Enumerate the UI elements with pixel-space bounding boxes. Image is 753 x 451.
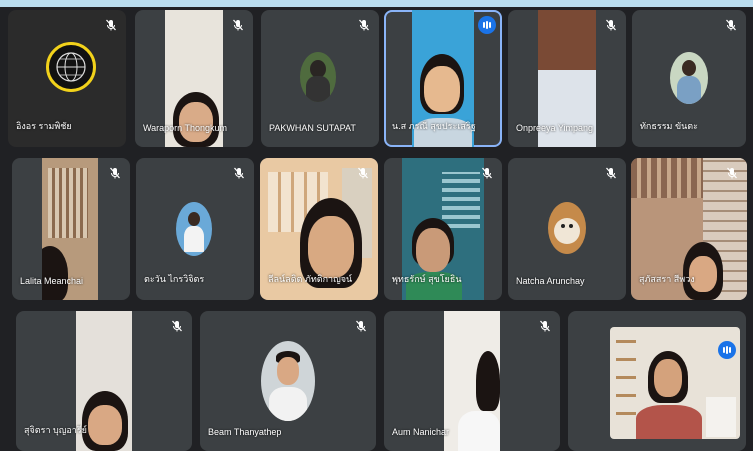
participant-name: ลีลน์ลดิต ภัทติกาญจน์ [268,274,353,284]
mic-off-icon [724,18,738,32]
participant-name: สุจิตรา บุญอารีย์ [24,425,87,435]
mic-off-icon [604,166,618,180]
participant-tile-8[interactable]: ตะวัน ไกรวิจิตร [136,158,254,300]
participant-tile-5[interactable]: Onpreeya Yimpang [508,10,626,147]
photo-avatar [300,52,336,102]
speaking-indicator-icon [478,16,496,34]
mic-off-icon [538,319,552,333]
participant-tile-11[interactable]: Natcha Arunchay [508,158,626,300]
participant-tile-15[interactable]: Aum Nanichar [384,311,560,451]
mic-off-icon [356,166,370,180]
monkey-photo-avatar [548,202,586,254]
participant-name: Onpreeya Yimpang [516,123,594,133]
participant-tile-3[interactable]: PAKWHAN SUTAPAT [261,10,379,147]
mic-off-icon [170,319,184,333]
participant-tile-14[interactable]: Beam Thanyathep [200,311,376,451]
participant-name: Beam Thanyathep [208,427,282,437]
meeting-participant-grid: อิงอร รามพิชัย Waraporn Thongkum PAKWHAN… [0,7,753,451]
mic-off-icon [354,319,368,333]
photo-avatar [176,202,212,256]
photo-avatar [261,341,315,421]
browser-top-strip [0,0,753,7]
participant-name: อิงอร รามพิชัย [16,121,72,131]
camera-video [444,311,500,451]
mic-off-icon [231,18,245,32]
photo-avatar [670,52,708,104]
participant-name: PAKWHAN SUTAPAT [269,123,356,133]
participant-tile-9[interactable]: ลีลน์ลดิต ภัทติกาญจน์ [260,158,378,300]
mic-off-icon [104,18,118,32]
participant-tile-6[interactable]: ทักธรรม ขันตะ [632,10,746,147]
participant-name: Natcha Arunchay [516,276,585,286]
globe-logo-avatar [46,42,96,92]
participant-name: Aum Nanichar [392,427,450,437]
mic-off-icon [604,18,618,32]
participant-tile-4[interactable]: น.ส ภรณี สุขประเสริฐ [384,10,502,147]
participant-tile-12[interactable]: สุภัสสรา สีพวง [631,158,747,300]
mic-off-icon [108,166,122,180]
participant-tile-13[interactable]: สุจิตรา บุญอารีย์ [16,311,192,451]
participant-name: น.ส ภรณี สุขประเสริฐ [392,121,476,131]
participant-name: พุทธรักษ์ สุขโยธิน [392,274,462,284]
mic-off-icon [480,166,494,180]
mic-off-icon [357,18,371,32]
mic-off-icon [725,166,739,180]
participant-tile-16[interactable] [568,311,746,451]
participant-tile-7[interactable]: Lalita Meanchai [12,158,130,300]
participant-name: ตะวัน ไกรวิจิตร [144,274,205,284]
participant-name: Lalita Meanchai [20,276,84,286]
speaking-indicator-icon [718,341,736,359]
participant-tile-10[interactable]: พุทธรักษ์ สุขโยธิน [384,158,502,300]
participant-tile-2[interactable]: Waraporn Thongkum [135,10,253,147]
participant-name: สุภัสสรา สีพวง [639,274,695,284]
participant-tile-1[interactable]: อิงอร รามพิชัย [8,10,126,147]
participant-name: Waraporn Thongkum [143,123,228,133]
mic-off-icon [232,166,246,180]
participant-name: ทักธรรม ขันตะ [640,121,698,131]
